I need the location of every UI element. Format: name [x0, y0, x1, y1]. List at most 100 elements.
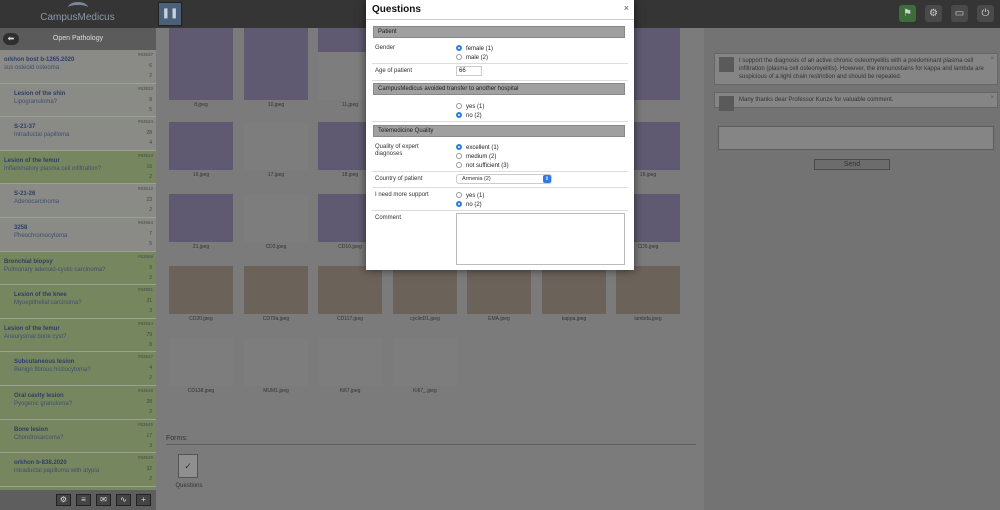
case-list-item[interactable]: S-21-26 Adenocarcinoma #63512 23 2	[0, 184, 156, 218]
image-count: 8	[149, 96, 152, 103]
comment-count: 2	[149, 207, 152, 214]
flag-icon[interactable]: ⚑	[899, 5, 916, 22]
radio-female[interactable]: female (1)	[456, 45, 493, 52]
case-list-item[interactable]: Bronchial biopsy Pulmonary adenoid-cystic…	[0, 251, 156, 286]
radio-icon[interactable]	[456, 192, 462, 198]
case-list-item[interactable]: 3258 Pheochromocytoma #63554 7 5	[0, 217, 156, 252]
age-input[interactable]: 66	[456, 66, 482, 76]
questions-form-label[interactable]: Questions	[166, 483, 212, 489]
radio-selected-icon[interactable]	[456, 144, 462, 150]
image-label: 21.jpeg	[192, 244, 210, 250]
chat-input[interactable]	[718, 126, 994, 150]
case-list-item[interactable]: Lesion of the shin Lipogranuloma? #63533 8 5	[0, 83, 156, 118]
image-thumbnail[interactable]	[542, 266, 606, 314]
image-thumbnail[interactable]	[244, 28, 308, 53]
close-icon[interactable]: ×	[990, 94, 994, 102]
comment-count: 5	[149, 240, 152, 247]
send-button[interactable]: Send	[814, 159, 890, 170]
radio-icon[interactable]	[456, 153, 462, 159]
image-thumbnail[interactable]	[244, 338, 308, 386]
radio-icon[interactable]	[456, 162, 462, 168]
country-select[interactable]: Armenia (2) ⇕	[456, 174, 552, 184]
image-thumbnail[interactable]	[169, 266, 233, 314]
close-icon[interactable]: ×	[624, 3, 629, 13]
image-count: 16	[146, 163, 152, 170]
radio-support-no[interactable]: no (2)	[456, 201, 482, 208]
window-icon[interactable]: ▭	[951, 5, 968, 22]
image-label: lambda.jpeg	[634, 316, 662, 322]
image-label: CD79a.jpeg	[262, 316, 290, 322]
case-id: #63547	[137, 354, 153, 360]
case-subtitle: Myoepithelial carcinoma?	[14, 300, 82, 307]
image-label: CD20.jpeg	[189, 316, 213, 322]
image-thumbnail[interactable]	[244, 266, 308, 314]
radio-icon[interactable]	[456, 103, 462, 109]
case-list-item[interactable]: Oral cavity lesion Pyogenic granuloma? #63…	[0, 385, 156, 420]
image-thumbnail[interactable]	[169, 52, 233, 100]
power-icon[interactable]: ⏻	[977, 5, 994, 22]
image-thumbnail[interactable]	[393, 338, 457, 386]
image-thumbnail[interactable]	[467, 266, 531, 314]
image-thumbnail[interactable]	[244, 52, 308, 100]
close-icon[interactable]: ×	[990, 55, 994, 63]
case-list-item[interactable]: orkhon b-838.2020 intraductal papilloma w…	[0, 453, 156, 487]
comment-count: 4	[149, 140, 152, 147]
case-id: #63551	[137, 287, 153, 293]
case-list-item[interactable]: S-21-37 Intraductal papilloma #63524 28 4	[0, 117, 156, 151]
list-icon[interactable]: ≡	[76, 494, 91, 506]
questions-form-icon[interactable]: ✓	[178, 454, 198, 478]
pause-button[interactable]: ❚❚	[158, 2, 182, 26]
section-header: CampusMedicus avoided transfer to anothe…	[373, 83, 625, 95]
avatar	[719, 96, 734, 111]
case-title: orkhon bost b-1265.2020	[4, 57, 75, 63]
image-thumbnail[interactable]	[616, 266, 680, 314]
chart-icon[interactable]: ∿	[116, 494, 131, 506]
image-label: kappa.jpeg	[561, 316, 587, 322]
sidebar-title: Open Pathology	[52, 35, 104, 42]
gear-icon[interactable]: ⚙	[56, 494, 71, 506]
case-title: S-21-26	[14, 191, 36, 198]
radio-selected-icon[interactable]	[456, 112, 462, 118]
radio-icon[interactable]	[456, 54, 462, 60]
image-thumbnail[interactable]	[169, 28, 233, 53]
comment-textarea[interactable]	[456, 213, 625, 265]
radio-quality-medium[interactable]: medium (2)	[456, 153, 496, 160]
image-thumbnail[interactable]	[244, 194, 308, 242]
section-header: Patient	[373, 26, 625, 38]
radio-support-yes[interactable]: yes (1)	[456, 192, 484, 199]
image-thumbnail[interactable]	[393, 266, 457, 314]
case-sidebar: ⬅ Open Pathology orkhon bost b-1265.2020…	[0, 28, 156, 510]
case-list-item[interactable]: Lesion of the femur Aneurysmal bone cyst?…	[0, 318, 156, 353]
image-count: 28	[146, 130, 152, 137]
case-list-item[interactable]: Lesion of the femur Inflammatory plasma c…	[0, 150, 156, 185]
radio-selected-icon[interactable]	[456, 45, 462, 51]
case-list-item[interactable]: Bone lesion Chondrosarcoma? #63545 17 3	[0, 419, 156, 454]
chevron-updown-icon[interactable]: ⇕	[543, 175, 551, 183]
case-list-item[interactable]: Lesion of the knee Myoepithelial carcinom…	[0, 285, 156, 319]
radio-selected-icon[interactable]	[456, 201, 462, 207]
image-thumbnail[interactable]	[318, 338, 382, 386]
back-button[interactable]: ⬅	[3, 33, 19, 45]
mail-icon[interactable]: ✉	[96, 494, 111, 506]
image-thumbnail[interactable]	[169, 194, 233, 242]
image-thumbnail[interactable]	[244, 122, 308, 170]
image-count: 79	[146, 331, 152, 338]
radio-support-yes-label: yes (1)	[466, 193, 485, 199]
app-logo: CampusMedicus	[0, 0, 155, 28]
radio-transfer-yes[interactable]: yes (1)	[456, 103, 484, 110]
image-thumbnail[interactable]	[169, 122, 233, 170]
case-list-item[interactable]: Subcutaneous lesion Benign fibrous histio…	[0, 352, 156, 386]
image-thumbnail[interactable]	[318, 266, 382, 314]
plus-icon[interactable]: +	[136, 494, 151, 506]
radio-quality-excellent[interactable]: excellent (1)	[456, 144, 499, 151]
case-list-item[interactable]: orkhon bost b-1265.2020 sus osteoid osteo…	[0, 50, 156, 84]
divider	[372, 210, 628, 211]
image-thumbnail[interactable]	[169, 338, 233, 386]
comment-count: 2	[149, 274, 152, 281]
comment-count: 5	[149, 106, 152, 113]
radio-quality-insufficient[interactable]: not sufficient (3)	[456, 162, 509, 169]
settings-icon[interactable]: ⚙	[925, 5, 942, 22]
case-id: #63533	[137, 85, 153, 91]
radio-male[interactable]: male (2)	[456, 54, 488, 61]
radio-transfer-no[interactable]: no (2)	[456, 112, 482, 119]
